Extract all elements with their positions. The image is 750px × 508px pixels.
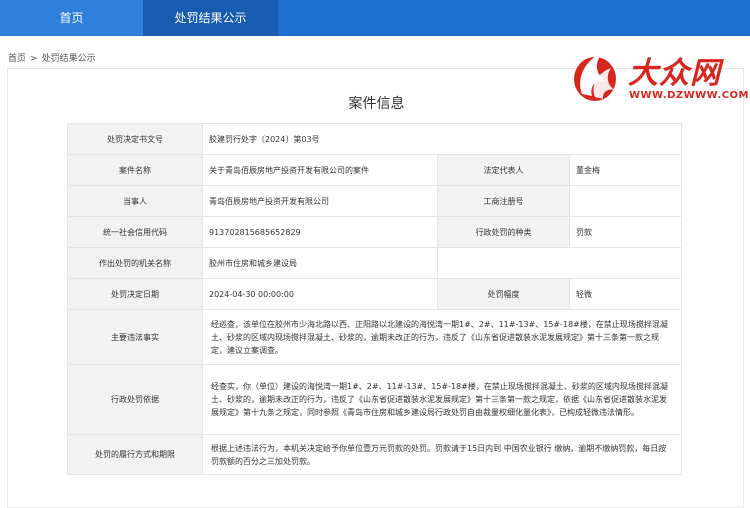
value-doc-no: 胶建罚行处字〔2024〕第03号 — [201, 123, 683, 155]
table-row: 处罚的履行方式和期限 根据上述违法行为，本机关决定给予你单位壹万元罚款的处罚。罚… — [67, 434, 683, 475]
label-basis: 行政处罚依据 — [67, 364, 203, 435]
case-info-table: 处罚决定书文号 胶建罚行处字〔2024〕第03号 案件名称 关于青岛佰辰房地产投… — [67, 123, 683, 475]
table-row: 统一社会信用代码 913702815685652829 行政处罚的种类 罚款 — [67, 216, 683, 248]
value-reg-no — [568, 185, 683, 217]
label-doc-no: 处罚决定书文号 — [67, 123, 203, 155]
breadcrumb-separator: > — [30, 54, 38, 64]
label-reg-no: 工商注册号 — [437, 185, 570, 217]
logo-url: WWW.DZWWW.COM — [629, 90, 749, 101]
label-authority: 作出处罚的机关名称 — [67, 247, 203, 279]
table-row: 主要违法事实 经巡查，该单位在胶州市少海北路以西、正阳路以北建设的海悦湾一期1#… — [67, 309, 683, 365]
table-row: 作出处罚的机关名称 胶州市住房和城乡建设局 — [67, 247, 683, 279]
label-penalty-type: 行政处罚的种类 — [437, 216, 570, 248]
breadcrumb-current[interactable]: 处罚结果公示 — [42, 51, 96, 64]
value-party: 青岛佰辰房地产投资开发有限公司 — [202, 185, 438, 217]
table-row: 行政处罚依据 经查实，你（单位）建设的海悦湾一期1#、2#、11#-13#、15… — [67, 364, 683, 435]
table-row: 案件名称 关于青岛佰辰房地产投资开发有限公司的案件 法定代表人 董金梅 — [67, 154, 683, 186]
value-penalty-range: 轻微 — [568, 278, 683, 310]
breadcrumb-home[interactable]: 首页 — [8, 51, 26, 64]
value-facts: 经巡查，该单位在胶州市少海北路以西、正阳路以北建设的海悦湾一期1#、2#、11#… — [201, 309, 683, 365]
nav-home[interactable]: 首页 — [0, 0, 143, 36]
empty-cell — [436, 247, 683, 279]
value-performance: 根据上述违法行为，本机关决定给予你单位壹万元罚款的处罚。罚款请于15日内到 中国… — [201, 434, 683, 475]
value-decision-date: 2024-04-30 00:00:00 — [202, 278, 438, 310]
label-facts: 主要违法事实 — [67, 309, 203, 365]
value-legal-rep: 董金梅 — [568, 154, 683, 186]
label-penalty-range: 处罚幅度 — [437, 278, 570, 310]
value-credit-code: 913702815685652829 — [202, 216, 438, 248]
logo-text: 大众网 — [628, 56, 721, 91]
label-party: 当事人 — [67, 185, 203, 217]
label-credit-code: 统一社会信用代码 — [67, 216, 203, 248]
nav-penalty-results[interactable]: 处罚结果公示 — [143, 0, 278, 36]
value-authority: 胶州市住房和城乡建设局 — [202, 247, 438, 279]
table-row: 处罚决定书文号 胶建罚行处字〔2024〕第03号 — [67, 123, 683, 155]
breadcrumb: 首页 > 处罚结果公示 — [8, 51, 96, 64]
value-case-name: 关于青岛佰辰房地产投资开发有限公司的案件 — [202, 154, 438, 186]
label-legal-rep: 法定代表人 — [437, 154, 570, 186]
table-row: 处罚决定日期 2024-04-30 00:00:00 处罚幅度 轻微 — [67, 278, 683, 310]
value-basis: 经查实，你（单位）建设的海悦湾一期1#、2#、11#-13#、15#-18#楼，… — [201, 364, 683, 435]
label-case-name: 案件名称 — [67, 154, 203, 186]
top-navigation: 首页 处罚结果公示 — [0, 0, 750, 36]
table-row: 当事人 青岛佰辰房地产投资开发有限公司 工商注册号 — [67, 185, 683, 217]
label-decision-date: 处罚决定日期 — [67, 278, 203, 310]
label-performance: 处罚的履行方式和期限 — [67, 434, 203, 475]
value-penalty-type: 罚款 — [568, 216, 683, 248]
